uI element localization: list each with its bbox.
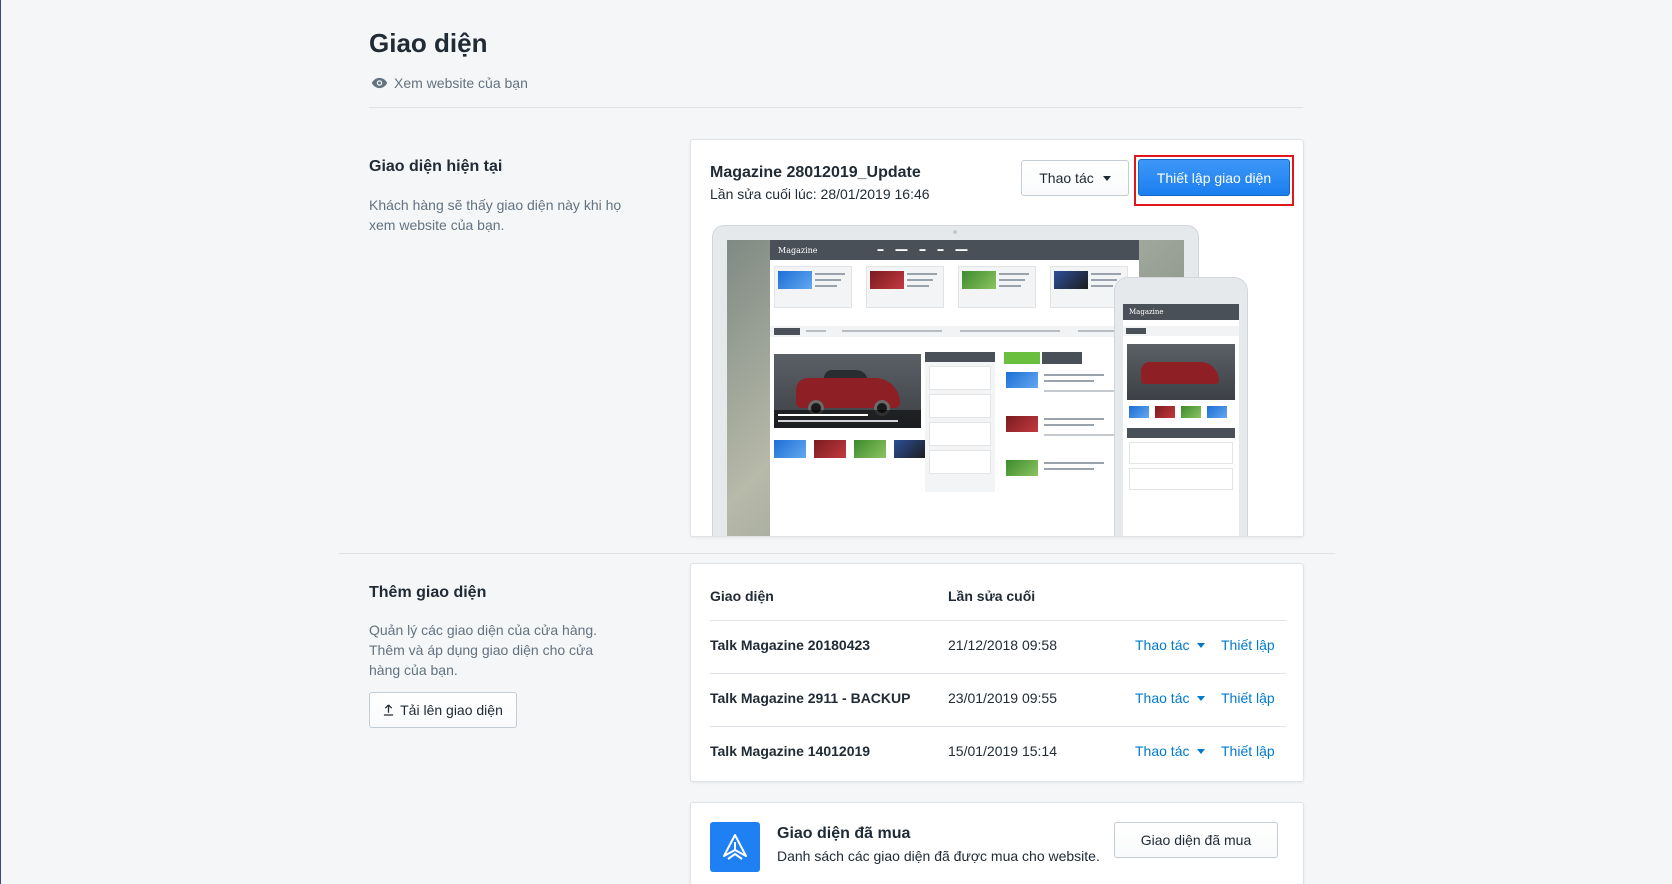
preview-site-logo: Magazine [778, 245, 818, 255]
row-divider [710, 620, 1286, 621]
caret-down-icon [1102, 175, 1111, 181]
preview-thumbnails [774, 266, 1136, 310]
theme-actions-label: Thao tác [1039, 170, 1094, 186]
current-theme-description: Khách hàng sẽ thấy giao diện này khi họ … [369, 197, 622, 233]
row-actions-dropdown[interactable]: Thao tác [1135, 743, 1206, 759]
mobile-preview-screen: Magazine [1123, 304, 1239, 536]
row-actions-dropdown[interactable]: Thao tác [1135, 690, 1206, 706]
theme-date-cell: 21/12/2018 09:58 [948, 637, 1057, 653]
upload-theme-button[interactable]: Tải lên giao diện [369, 692, 517, 728]
theme-name-cell: Talk Magazine 20180423 [710, 637, 871, 653]
theme-date-cell: 15/01/2019 15:14 [948, 743, 1057, 759]
preview-thumb [866, 266, 944, 308]
row-setup-link[interactable]: Thiết lập [1221, 743, 1275, 759]
mobile-preview-heading [1127, 428, 1235, 438]
purchased-themes-button[interactable]: Giao diện đã mua [1114, 822, 1278, 858]
current-theme-last-edited: Lần sửa cuối lúc: 28/01/2019 16:46 [710, 186, 930, 202]
purchased-themes-title: Giao diện đã mua [777, 825, 911, 842]
purchased-themes-card: Giao diện đã mua Danh sách các giao diện… [690, 802, 1304, 884]
current-theme-name: Magazine 28012019_Update [710, 164, 921, 181]
theme-date-cell: 23/01/2019 09:55 [948, 690, 1057, 706]
theme-name-cell: Talk Magazine 2911 - BACKUP [710, 690, 911, 706]
preview-news-ticker [770, 326, 1139, 337]
current-theme-heading: Giao diện hiện tại [369, 158, 503, 175]
row-actions-dropdown[interactable]: Thao tác [1135, 637, 1206, 653]
preview-hero-image [774, 354, 921, 428]
preview-site-nav: Magazine ▬ ▬▬ ▬ ▬ ▬▬ [770, 240, 1139, 260]
preview-nav-item: ▬ [937, 247, 944, 253]
preview-mini-images [774, 440, 926, 458]
preview-thumb [774, 266, 852, 308]
row-actions-label: Thao tác [1135, 743, 1190, 759]
row-actions-label: Thao tác [1135, 637, 1190, 653]
mobile-preview-item [1129, 468, 1233, 490]
current-theme-card: Magazine 28012019_Update Lần sửa cuối lú… [690, 139, 1304, 537]
page-title: Giao diện [369, 28, 488, 58]
caret-down-icon [1197, 695, 1206, 701]
themes-list-card: Giao diện Lần sửa cuối Talk Magazine 201… [690, 563, 1304, 782]
view-website-label: Xem website của bạn [394, 75, 528, 91]
column-header-last-edit: Lần sửa cuối [948, 588, 1036, 604]
purchased-themes-icon [710, 822, 760, 872]
purchased-themes-description: Danh sách các giao diện đã được mua cho … [777, 848, 1100, 864]
preview-nav-item: ▬ [877, 247, 884, 253]
themes-page: Giao diện Xem website của bạn Giao diện … [0, 0, 1672, 884]
preview-site: Magazine ▬ ▬▬ ▬ ▬ ▬▬ [770, 240, 1139, 536]
paper-plane-icon [723, 834, 747, 860]
row-divider [710, 726, 1286, 727]
add-theme-description: Quản lý các giao diện của cửa hàng. Thêm… [369, 622, 598, 678]
upload-theme-label: Tải lên giao diện [400, 702, 503, 718]
eye-icon [371, 77, 388, 89]
divider [369, 107, 1303, 108]
add-theme-heading: Thêm giao diện [369, 584, 487, 601]
divider [338, 553, 1335, 554]
row-actions-label: Thao tác [1135, 690, 1190, 706]
preview-sidebar [925, 352, 995, 492]
mobile-preview-item [1129, 442, 1233, 464]
row-setup-link[interactable]: Thiết lập [1221, 637, 1275, 653]
preview-nav-item: ▬▬ [955, 247, 968, 253]
upload-icon [384, 704, 394, 716]
row-divider [710, 673, 1286, 674]
mobile-preview-nav: Magazine [1123, 304, 1239, 320]
mobile-preview-minis [1129, 406, 1233, 418]
mobile-preview-ticker [1123, 326, 1239, 336]
mobile-preview: Magazine [1114, 277, 1248, 536]
theme-actions-dropdown[interactable]: Thao tác [1021, 160, 1129, 196]
column-header-theme: Giao diện [710, 588, 774, 604]
preview-nav-item: ▬ [919, 247, 926, 253]
row-setup-link[interactable]: Thiết lập [1221, 690, 1275, 706]
preview-thumb [958, 266, 1036, 308]
laptop-camera [953, 230, 957, 234]
preview-nav-item: ▬▬ [895, 247, 908, 253]
theme-name-cell: Talk Magazine 14012019 [710, 743, 871, 759]
mobile-preview-hero [1127, 344, 1235, 400]
customize-theme-button[interactable]: Thiết lập giao diện [1138, 159, 1290, 196]
view-website-link[interactable]: Xem website của bạn [371, 75, 528, 91]
caret-down-icon [1197, 748, 1206, 754]
caret-down-icon [1197, 642, 1206, 648]
